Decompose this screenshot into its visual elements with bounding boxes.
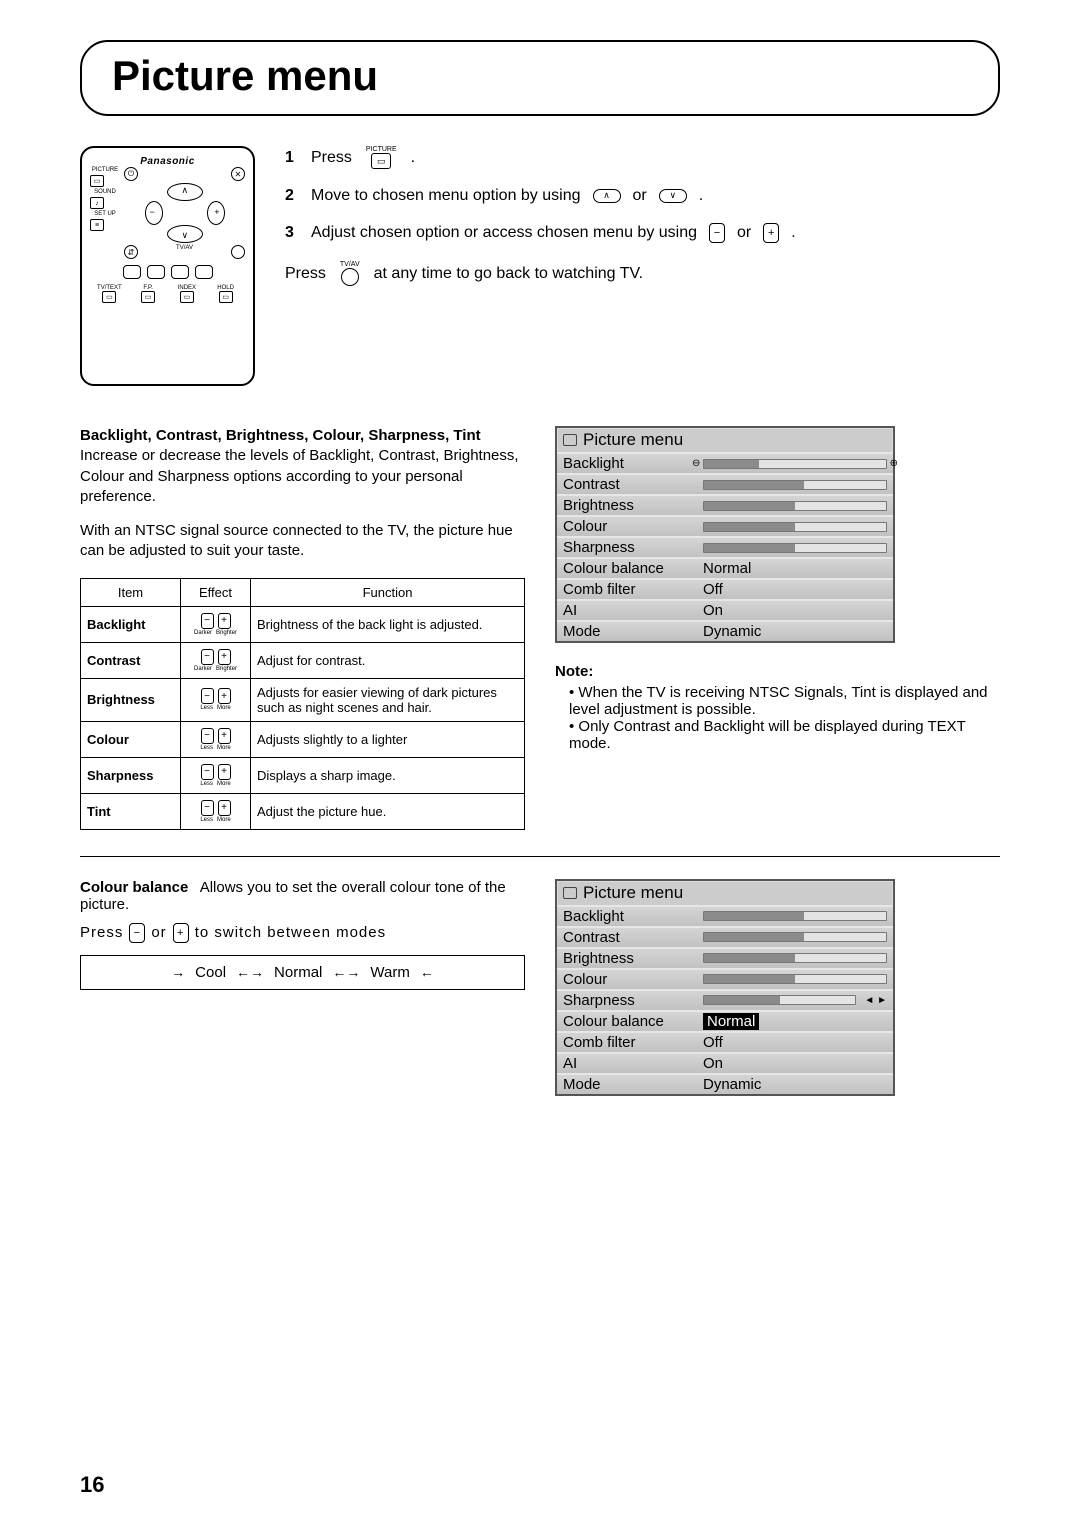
minus-button-icon: − <box>201 649 214 665</box>
step-3: 3 Adjust chosen option or access chosen … <box>285 223 1000 243</box>
osd-menu-1: Picture menu Backlight ⊖⊕ Contrast Brigh… <box>555 426 895 643</box>
hold-icon: ▭ <box>219 291 233 303</box>
osd-menu-2: Picture menu Backlight Contrast Brightne… <box>555 879 895 1096</box>
section-separator <box>80 856 1000 857</box>
tvav-button-inline: TV/AV <box>340 261 360 286</box>
osd-row: Comb filter Off <box>557 578 893 599</box>
plus-button-icon: + <box>763 223 779 243</box>
page-title-box: Picture menu <box>80 40 1000 116</box>
down-button-icon: ∨ <box>659 189 687 203</box>
osd-row: Mode Dynamic <box>557 620 893 641</box>
minus-button-icon: − <box>201 764 214 780</box>
arrow-lr-icon: ←→ <box>236 964 264 980</box>
osd-row: Colour balance Normal <box>557 557 893 578</box>
picture-button-icon: ▭ <box>90 175 104 187</box>
minus-button-icon: − <box>709 223 725 243</box>
tvav-button-icon <box>341 268 359 286</box>
colour-balance-modes: → Cool ←→ Normal ←→ Warm ← <box>80 955 525 990</box>
plus-button-icon: + <box>218 613 231 629</box>
slider-icon <box>703 974 887 984</box>
slider-icon <box>703 932 887 942</box>
minus-button-icon: − <box>201 688 214 704</box>
minus-button-icon: − <box>201 800 214 816</box>
fp-icon: ▭ <box>141 291 155 303</box>
menu-icon <box>563 887 577 899</box>
ch-return-icon: ⇵ <box>124 245 138 259</box>
osd-row: Backlight ⊖⊕ <box>557 452 893 473</box>
slider-icon <box>703 911 887 921</box>
osd-row: Brightness <box>557 947 893 968</box>
adjust-para-2: With an NTSC signal source connected to … <box>80 521 525 562</box>
arrow-left-icon: ← <box>420 964 434 980</box>
slider-icon <box>703 480 887 490</box>
setup-button-icon: ≡ <box>90 219 104 231</box>
osd-row: Sharpness <box>557 536 893 557</box>
arrow-right-icon: → <box>171 964 185 980</box>
slider-icon <box>703 995 856 1005</box>
osd-row: Colour balance Normal <box>557 1010 893 1031</box>
table-row: Contrast − + DarkerBrighter Adjust for c… <box>81 642 525 678</box>
menu-icon <box>563 434 577 446</box>
slider-icon <box>703 543 887 553</box>
table-row: Backlight − + DarkerBrighter Brightness … <box>81 606 525 642</box>
minus-button-icon: − <box>201 613 214 629</box>
picture-button-icon: ▭ <box>371 153 391 169</box>
osd-row: Colour <box>557 968 893 989</box>
index-icon: ▭ <box>180 291 194 303</box>
osd-row: Backlight <box>557 905 893 926</box>
effects-table: Item Effect Function Backlight − + Darke… <box>80 578 525 830</box>
table-row: Brightness − + LessMore Adjusts for easi… <box>81 678 525 721</box>
slider-icon <box>703 953 887 963</box>
plus-button-icon: + <box>218 800 231 816</box>
plus-button-icon: + <box>218 728 231 744</box>
osd-row: Comb filter Off <box>557 1031 893 1052</box>
step-return: Press TV/AV at any time to go back to wa… <box>285 261 1000 286</box>
slider-icon: ⊖⊕ <box>703 459 887 469</box>
osd-row: Sharpness ◄ ► <box>557 989 893 1010</box>
colour-balance-text: Colour balance Allows you to set the ove… <box>80 879 525 1116</box>
colour-buttons <box>90 265 245 279</box>
steps-list: 1 Press PICTURE ▭ . 2 Move to chosen men… <box>285 146 1000 386</box>
slider-icon <box>703 501 887 511</box>
sound-button-icon: ♪ <box>90 197 104 209</box>
page-title: Picture menu <box>112 52 968 100</box>
minus-button-icon: − <box>129 923 145 943</box>
plus-button-icon: + <box>218 688 231 704</box>
table-row: Tint − + LessMore Adjust the picture hue… <box>81 793 525 829</box>
osd-title: Picture menu <box>557 881 893 905</box>
osd-row: Brightness <box>557 494 893 515</box>
adjust-para-1: Increase or decrease the levels of Backl… <box>80 447 519 505</box>
table-row: Sharpness − + LessMore Displays a sharp … <box>81 757 525 793</box>
picture-button-inline: PICTURE ▭ <box>366 146 397 169</box>
plus-button-icon: + <box>218 649 231 665</box>
osd-row: AI On <box>557 599 893 620</box>
dpad-icon: ∧ ∨ − + <box>145 183 225 243</box>
minus-button-icon: − <box>201 728 214 744</box>
osd-row: Mode Dynamic <box>557 1073 893 1094</box>
mute-icon: ✕ <box>231 167 245 181</box>
page-number: 16 <box>80 1472 104 1498</box>
osd-row: AI On <box>557 1052 893 1073</box>
osd-row: Contrast <box>557 926 893 947</box>
tvav-icon <box>231 245 245 259</box>
table-row: Colour − + LessMore Adjusts slightly to … <box>81 721 525 757</box>
osd-row: Contrast <box>557 473 893 494</box>
remote-illustration: Panasonic PICTURE ▭ SOUND ♪ SET UP ≡ ⏻ ✕ <box>80 146 255 386</box>
adjust-heading: Backlight, Contrast, Brightness, Colour,… <box>80 427 481 444</box>
plus-button-icon: + <box>173 923 189 943</box>
tvtext-icon: ▭ <box>102 291 116 303</box>
plus-button-icon: + <box>218 764 231 780</box>
power-icon: ⏻ <box>124 167 138 181</box>
remote-brand: Panasonic <box>90 156 245 167</box>
note-block: Note: When the TV is receiving NTSC Sign… <box>555 663 1000 752</box>
slider-icon <box>703 522 887 532</box>
up-button-icon: ∧ <box>593 189 621 203</box>
step-1: 1 Press PICTURE ▭ . <box>285 146 1000 169</box>
step-2: 2 Move to chosen menu option by using ∧ … <box>285 187 1000 205</box>
osd-row: Colour <box>557 515 893 536</box>
arrow-lr-icon: ←→ <box>332 964 360 980</box>
osd-title: Picture menu <box>557 428 893 452</box>
